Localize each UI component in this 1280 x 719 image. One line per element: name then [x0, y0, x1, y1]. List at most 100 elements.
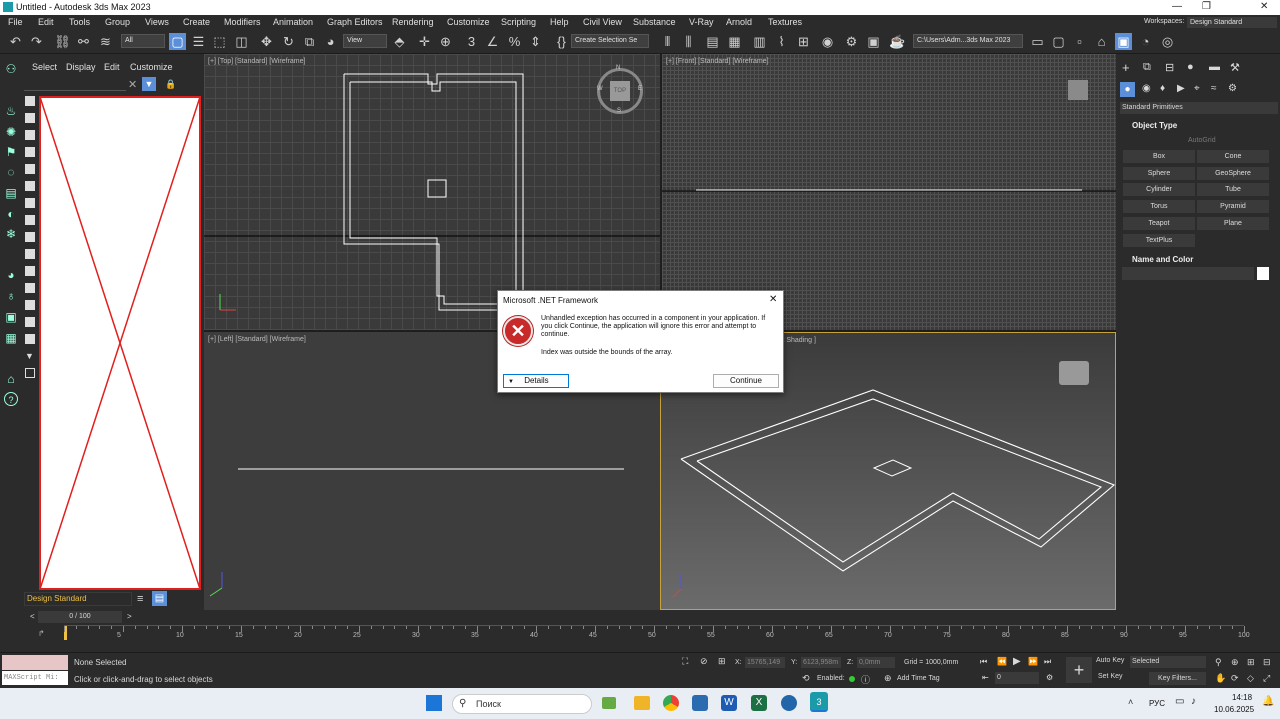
play-icon[interactable]: ▶	[1013, 656, 1021, 667]
display-layer-icon[interactable]	[25, 368, 35, 378]
percent-snap-icon[interactable]: %	[506, 33, 523, 50]
auto-key-button[interactable]: Auto Key	[1096, 657, 1124, 664]
next-frame-icon[interactable]: >	[127, 612, 132, 621]
display-frozen-icon[interactable]	[25, 283, 35, 293]
spacewarps-cat-icon[interactable]: ≈	[1211, 83, 1217, 94]
display-containers-icon[interactable]	[25, 266, 35, 276]
display-shapes-icon[interactable]	[25, 130, 35, 140]
zoom-icon[interactable]: ⚲	[1215, 657, 1222, 668]
start-icon[interactable]	[426, 695, 442, 711]
motion-tab-icon[interactable]: ●	[1187, 61, 1194, 73]
geosphere-button[interactable]: GeoSphere	[1197, 167, 1269, 180]
hierarchy-tab-icon[interactable]: ⊟	[1165, 61, 1174, 74]
3dsmax-taskbar-icon[interactable]: 3	[810, 692, 828, 712]
display-hidden-icon[interactable]	[25, 300, 35, 310]
help-icon[interactable]: ?	[4, 392, 18, 406]
zoom-extents-icon[interactable]: ⊞	[1247, 657, 1255, 668]
display-invert-icon[interactable]	[25, 334, 35, 344]
chrome-icon[interactable]	[663, 695, 679, 711]
display-lights-icon[interactable]	[25, 147, 35, 157]
menu-edit[interactable]: Edit	[38, 17, 54, 27]
explorer-tab-edit[interactable]: Edit	[104, 62, 120, 72]
link-icon[interactable]: ⛓	[54, 33, 71, 50]
zoom-all-icon[interactable]: ⊕	[1231, 657, 1239, 668]
adaptive-degradation-icon[interactable]: ⟲	[802, 673, 810, 684]
helper-icon[interactable]: ⚑	[4, 145, 18, 159]
display-bones-icon[interactable]	[25, 249, 35, 259]
prev-frame-icon[interactable]: <	[30, 612, 35, 621]
clock-time[interactable]: 14:18	[1232, 693, 1252, 702]
y-coordinate[interactable]: 6123,958m	[801, 657, 841, 668]
box-button[interactable]: Box	[1123, 150, 1195, 163]
layers-stack-icon[interactable]: ≡	[137, 593, 143, 605]
geometry-icon[interactable]: ●	[1120, 82, 1135, 97]
unlink-icon[interactable]: ⚯	[75, 33, 92, 50]
scene-explorer-tool-icon[interactable]: ⚇	[4, 62, 18, 76]
object-name-input[interactable]	[1122, 267, 1254, 280]
mirror-icon[interactable]: ⫴	[659, 33, 676, 50]
prev-key-icon[interactable]: ⏪	[997, 657, 1007, 666]
menu-graph-editors[interactable]: Graph Editors	[327, 17, 383, 27]
add-time-tag[interactable]: Add Time Tag	[897, 675, 940, 682]
save-icon[interactable]: ▫	[1071, 33, 1088, 50]
primitive-category-dropdown[interactable]: Standard Primitives	[1120, 102, 1278, 114]
filter-icon[interactable]: ▼	[142, 77, 156, 91]
name-color-header[interactable]: Name and Color	[1132, 255, 1193, 264]
teapot-button[interactable]: Teapot	[1123, 217, 1195, 230]
move-icon[interactable]: ✥	[258, 33, 275, 50]
set-key-button[interactable]: Set Key	[1098, 673, 1123, 680]
redo-icon[interactable]: ↷	[28, 33, 45, 50]
orbit-nav-icon[interactable]: ⟳	[1231, 673, 1239, 684]
select-object-icon[interactable]: ▢	[169, 33, 186, 50]
import-icon[interactable]: ⌂	[1093, 33, 1110, 50]
display-xrefs-icon[interactable]	[25, 232, 35, 242]
z-coordinate[interactable]: 0,0mm	[857, 657, 895, 668]
light-bulb-icon[interactable]: ♨	[4, 104, 18, 118]
rect-selection-icon[interactable]: ⬚	[211, 33, 228, 50]
display-groups-icon[interactable]	[25, 215, 35, 225]
toolbox-icon[interactable]: ⌂	[4, 372, 18, 386]
volume-icon[interactable]: ♪	[1191, 696, 1196, 707]
viewport-front-label[interactable]: [+] [Front] [Standard] [Wireframe]	[666, 58, 769, 65]
tray-chevron-icon[interactable]: ˄	[1128, 697, 1133, 707]
edit-named-selection-icon[interactable]: {}	[553, 33, 570, 50]
layers-icon[interactable]: ▤	[4, 186, 18, 200]
time-config-icon[interactable]: ◔	[1137, 33, 1154, 50]
x-coordinate[interactable]: 15765,149	[745, 657, 785, 668]
keyboard-shortcut-icon[interactable]: ⊕	[437, 33, 454, 50]
restore-icon[interactable]: ❐	[1202, 1, 1211, 12]
menu-rendering[interactable]: Rendering	[392, 17, 434, 27]
details-button[interactable]: ▼ Details	[503, 374, 569, 388]
viewport-top[interactable]: [+] [Top] [Standard] [Wireframe] N S W E…	[204, 54, 660, 330]
menu-group[interactable]: Group	[105, 17, 130, 27]
network-icon[interactable]: ▭	[1175, 696, 1184, 707]
angle-snap-icon[interactable]: ∠	[484, 33, 501, 50]
rotate-icon[interactable]: ↻	[280, 33, 297, 50]
create-tab-icon[interactable]: +	[1122, 60, 1130, 75]
track-bar[interactable]: 5 10 15 20 25 30 35 40 45 50 55 60 65 70 75 80 85 90 95 100	[64, 625, 1250, 651]
display-helpers-icon[interactable]	[25, 181, 35, 191]
app-icon-blue[interactable]	[692, 695, 708, 711]
object-type-header[interactable]: Object Type	[1132, 121, 1177, 130]
dialog-close-icon[interactable]: ✕	[769, 294, 777, 305]
helpers-cat-icon[interactable]: ⌖	[1194, 83, 1200, 94]
hide-icon[interactable]: ◐	[4, 207, 18, 221]
menu-substance[interactable]: Substance	[633, 17, 676, 27]
window-crossing-icon[interactable]: ◫	[233, 33, 250, 50]
pyramid-button[interactable]: Pyramid	[1197, 200, 1269, 213]
pivot-icon[interactable]: ⬘	[391, 33, 408, 50]
key-mode-icon[interactable]: ⇤	[982, 673, 989, 682]
project-folder-icon[interactable]: ▭	[1029, 33, 1046, 50]
key-selection-dropdown[interactable]: Selected	[1130, 656, 1206, 668]
explorer-search-input[interactable]	[24, 78, 126, 91]
add-time-tag-icon[interactable]: ⊕	[884, 673, 892, 684]
scene-explorer-icon[interactable]: ▤	[704, 33, 721, 50]
open-icon[interactable]: ▢	[1050, 33, 1067, 50]
teams-icon[interactable]	[781, 695, 797, 711]
object-color-swatch[interactable]	[1257, 267, 1269, 280]
absolute-mode-icon[interactable]: ⊞	[718, 656, 726, 667]
display-tab-icon[interactable]: ▬	[1209, 61, 1220, 73]
menu-tools[interactable]: Tools	[69, 17, 90, 27]
workspace-dropdown[interactable]: Design Standard	[1187, 17, 1277, 28]
viewport-top-label[interactable]: [+] [Top] [Standard] [Wireframe]	[208, 58, 305, 65]
